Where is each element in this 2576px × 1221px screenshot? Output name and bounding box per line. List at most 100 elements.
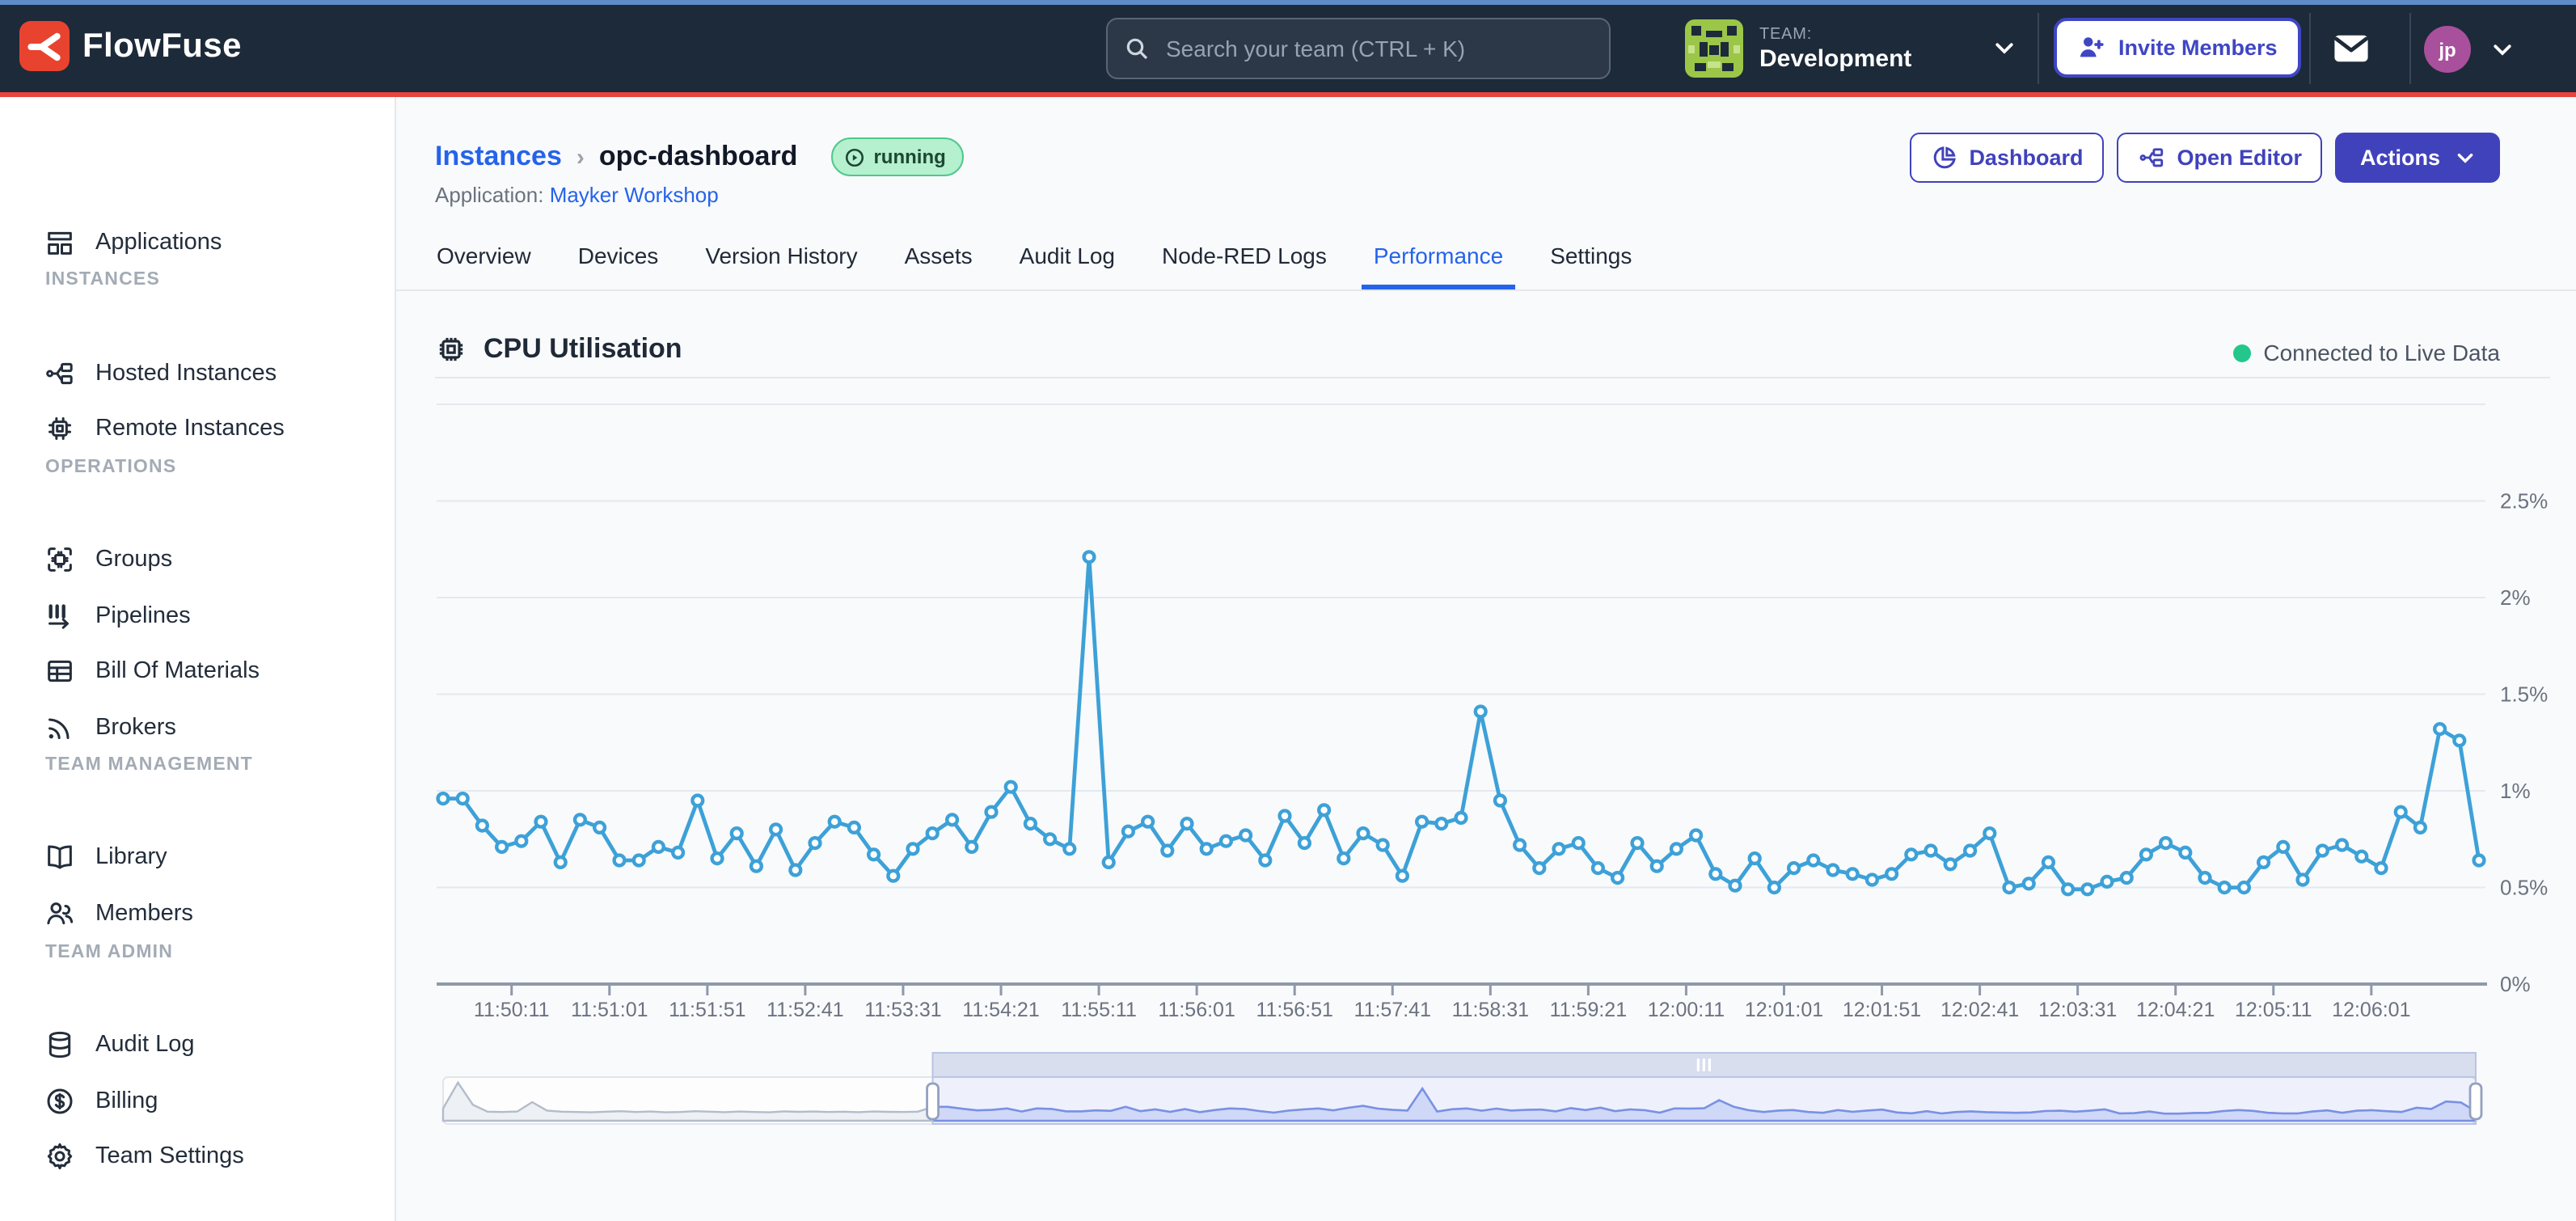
- data-point: [2337, 840, 2347, 851]
- cpu-utilisation-chart: 0%0.5%1%1.5%2%2.5%11:50:1111:51:0111:51:…: [0, 388, 2576, 1164]
- brush-handle-right[interactable]: [2470, 1084, 2481, 1119]
- actions-button[interactable]: Actions: [2336, 133, 2500, 183]
- x-axis-label: 11:55:11: [1061, 999, 1137, 1021]
- data-point: [966, 842, 977, 852]
- flowfuse-logo-icon: [19, 21, 70, 71]
- data-point: [2102, 877, 2113, 887]
- x-axis-label: 12:01:01: [1745, 999, 1823, 1021]
- dashboard-label: Dashboard: [1969, 146, 2083, 170]
- data-point: [2200, 872, 2211, 883]
- user-menu[interactable]: jp: [2424, 26, 2515, 73]
- brand[interactable]: FlowFuse: [19, 21, 242, 71]
- data-point: [1260, 856, 1270, 866]
- open-editor-label: Open Editor: [2177, 146, 2302, 170]
- data-point: [496, 842, 507, 852]
- data-point: [1221, 836, 1231, 847]
- x-axis-label: 12:01:51: [1843, 999, 1921, 1021]
- chart-title: CPU Utilisation: [484, 333, 682, 365]
- data-point: [477, 821, 488, 831]
- data-point: [575, 814, 585, 825]
- data-point: [2396, 807, 2406, 818]
- x-axis-label: 11:57:41: [1354, 999, 1431, 1021]
- tab-overview[interactable]: Overview: [435, 239, 533, 289]
- tab-assets[interactable]: Assets: [903, 239, 974, 289]
- data-point: [458, 793, 468, 804]
- data-point: [2219, 882, 2230, 893]
- data-point: [1750, 853, 1760, 864]
- data-point: [1514, 840, 1525, 851]
- x-axis-label: 12:03:31: [2038, 999, 2117, 1021]
- data-point: [1319, 805, 1329, 815]
- brush-grip-icon: [1703, 1058, 1705, 1071]
- team-name: Development: [1759, 44, 1911, 72]
- data-point: [1025, 818, 1036, 829]
- data-point: [2454, 735, 2464, 746]
- data-point: [1397, 871, 1408, 881]
- tab-settings[interactable]: Settings: [1548, 239, 1633, 289]
- x-axis-label: 11:52:41: [766, 999, 843, 1021]
- data-point: [1240, 830, 1251, 841]
- tab-devices[interactable]: Devices: [576, 239, 661, 289]
- data-point: [1691, 830, 1701, 841]
- data-point: [594, 822, 605, 833]
- data-point: [2435, 724, 2445, 734]
- team-selector[interactable]: TEAM: Development: [1685, 19, 1911, 78]
- application-link[interactable]: Mayker Workshop: [550, 183, 719, 207]
- breadcrumb-instances-link[interactable]: Instances: [435, 141, 562, 173]
- data-point: [2317, 846, 2328, 856]
- data-point: [2180, 847, 2190, 858]
- data-point: [1280, 811, 1290, 822]
- tab-audit-log[interactable]: Audit Log: [1018, 239, 1117, 289]
- data-point: [1378, 840, 1388, 851]
- data-point: [908, 843, 918, 854]
- chevron-down-icon: [2455, 147, 2476, 168]
- data-point: [1436, 818, 1446, 829]
- live-status: Connected to Live Data: [2232, 340, 2500, 365]
- data-point: [1671, 843, 1682, 854]
- data-point: [1045, 834, 1055, 844]
- status-badge-label: running: [873, 146, 945, 168]
- data-point: [536, 817, 547, 827]
- team-search[interactable]: [1106, 18, 1611, 79]
- data-point: [2258, 857, 2269, 868]
- tab-node-red-logs[interactable]: Node-RED Logs: [1160, 239, 1328, 289]
- data-point: [732, 828, 742, 839]
- tab-performance[interactable]: Performance: [1372, 239, 1505, 289]
- search-input[interactable]: [1163, 34, 1593, 63]
- data-point: [1906, 849, 1916, 860]
- data-point: [1984, 828, 1995, 839]
- data-point: [1632, 838, 1643, 848]
- sidebar-item-applications[interactable]: Applications: [0, 215, 396, 270]
- notifications-mail-icon[interactable]: [2330, 27, 2372, 78]
- open-editor-button[interactable]: Open Editor: [2117, 133, 2323, 183]
- x-axis-label: 11:53:31: [864, 999, 941, 1021]
- y-axis-label: 1.5%: [2500, 682, 2548, 707]
- data-point: [2474, 856, 2485, 866]
- dashboard-button[interactable]: Dashboard: [1909, 133, 2104, 183]
- data-point: [1534, 863, 1544, 873]
- data-point: [1299, 838, 1310, 848]
- flowfuse-app: FlowFuse: [0, 0, 2576, 1221]
- actions-label: Actions: [2360, 146, 2440, 170]
- data-point: [1142, 817, 1153, 827]
- data-point: [712, 853, 723, 864]
- data-point: [1182, 818, 1193, 829]
- top-navbar: FlowFuse: [0, 0, 2576, 97]
- x-axis-label: 11:56:51: [1256, 999, 1332, 1021]
- user-plus-icon: [2078, 34, 2105, 61]
- invite-members-button[interactable]: Invite Members: [2054, 18, 2302, 78]
- data-point: [516, 836, 526, 847]
- data-point: [1162, 846, 1172, 856]
- data-point: [2082, 884, 2092, 894]
- x-axis-label: 11:51:51: [669, 999, 745, 1021]
- status-badge: running: [831, 137, 963, 176]
- user-avatar: jp: [2424, 26, 2471, 73]
- cpu-series-line: [443, 557, 2479, 889]
- header-actions: Dashboard Open Editor Actions: [1909, 133, 2500, 183]
- data-point: [2160, 838, 2171, 848]
- tab-version-history[interactable]: Version History: [703, 239, 859, 289]
- brush-handle-left[interactable]: [927, 1084, 939, 1119]
- team-chevron-down-icon[interactable]: [1992, 36, 2016, 68]
- breadcrumb: Instances › opc-dashboard running: [435, 137, 964, 176]
- data-point: [1788, 863, 1799, 873]
